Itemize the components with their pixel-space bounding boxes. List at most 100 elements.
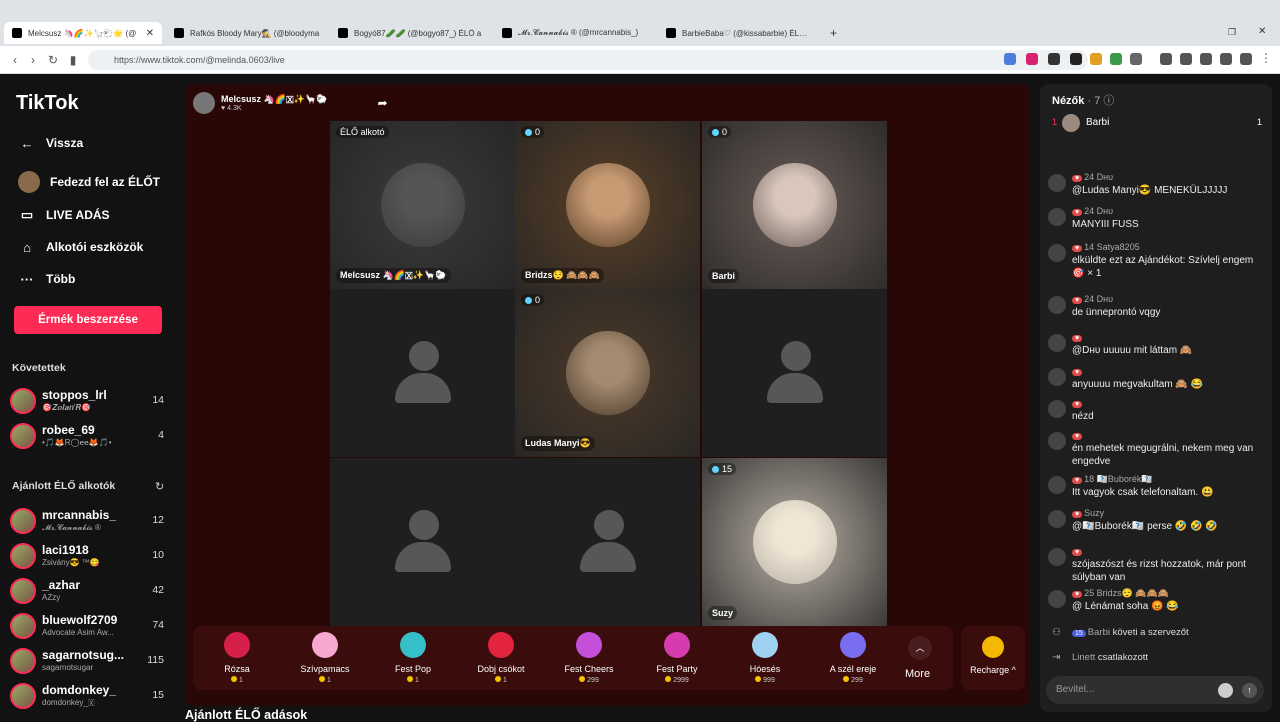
guest-cell[interactable] xyxy=(330,458,515,626)
share-icon[interactable]: ➦ xyxy=(378,96,388,110)
gift-item[interactable]: Hóesés 999 xyxy=(725,630,805,690)
gift-icon xyxy=(664,632,690,658)
chevron-up-icon[interactable]: ︿ xyxy=(908,636,932,660)
extension-icon[interactable] xyxy=(1090,53,1102,65)
tab-melcsusz[interactable]: Melcsusz 🦄🌈✨🦙🐑🌟 (@ ✕ xyxy=(4,22,162,44)
new-tab-button[interactable]: + xyxy=(822,22,846,44)
nav-live[interactable]: ▭ LIVE ADÁS xyxy=(18,204,110,226)
send-icon[interactable]: ↑ xyxy=(1242,683,1257,698)
menu-icon[interactable]: ⋮ xyxy=(1260,51,1272,65)
recommended-item[interactable]: laci1918 Zsivány😎 ™😋 10 xyxy=(10,541,170,573)
extension-icon[interactable] xyxy=(1026,53,1038,65)
nav-explore-live[interactable]: Fedezd fel az ÉLŐT xyxy=(18,171,160,193)
avatar xyxy=(10,578,36,604)
tiktok-favicon-icon xyxy=(174,28,184,38)
collections-icon[interactable] xyxy=(1200,53,1212,65)
restore-icon[interactable]: ❐ xyxy=(1228,27,1236,38)
chat-message[interactable]: ♥ 18 🇽🇽Buborék🇽🇽 Itt vagyok csak telefonal… xyxy=(1048,474,1264,506)
empty-seat-icon xyxy=(579,510,636,574)
recommended-item[interactable]: sagarnotsug... sagarnotsugar 115 xyxy=(10,646,170,678)
chat-message[interactable]: ♥ nézd xyxy=(1048,398,1264,428)
more-gifts-button[interactable]: More xyxy=(905,668,930,680)
chat-message[interactable]: ♥ anyuuuu megvakultam 🙈 😂 xyxy=(1048,366,1264,396)
guest-score: 0 xyxy=(708,126,732,138)
get-coins-button[interactable]: Érmék beszerzése xyxy=(14,306,162,334)
empty-seat-icon xyxy=(766,341,823,405)
recommended-item[interactable]: domdonkey_ domdonkey_🇽 15 xyxy=(10,681,170,713)
avatar xyxy=(10,388,36,414)
reload-icon[interactable]: ↻ xyxy=(44,51,62,69)
tab-bloodymary[interactable]: Rafkós Bloody Mary🕵️ (@bloodyma xyxy=(166,22,328,44)
shield-icon[interactable] xyxy=(1240,53,1252,65)
chat-message[interactable]: ♥ 24 Dнυ MANYIII FUSS xyxy=(1048,206,1264,238)
guest-cell[interactable]: Suzy 15 xyxy=(702,458,887,626)
guest-cell[interactable] xyxy=(330,289,515,457)
live-stream-area: Melcsusz 🦄🌈🇽✨🦙🐑 ♥ 4.3K ➦ Melcsusz 🦄🌈🇽✨🦙🐑… xyxy=(185,84,1030,706)
avatar xyxy=(1048,510,1066,528)
top-viewer-row[interactable]: 1 Barbi 1 xyxy=(1052,114,1262,134)
extension-icon[interactable] xyxy=(1048,53,1060,65)
chat-message[interactable]: ♥ szójaszószt és rizst hozzatok, már pont… xyxy=(1048,546,1264,586)
gift-item[interactable]: Rózsa 1 xyxy=(197,630,277,690)
avatar xyxy=(10,683,36,709)
recommended-heading: Ajánlott ÉLŐ alkotók xyxy=(12,480,116,492)
recommended-item[interactable]: _azhar AZzy 42 xyxy=(10,576,170,608)
recharge-button[interactable]: Recharge ^ xyxy=(961,626,1025,690)
guest-score: 0 xyxy=(521,294,545,306)
chat-message[interactable]: ♥ Suzy @🇽🇽Buborék🇽🇽 perse 🤣 🤣 🤣 xyxy=(1048,508,1264,544)
close-window-icon[interactable]: ✕ xyxy=(1258,26,1266,37)
extension-icon[interactable] xyxy=(1004,53,1016,65)
follow-icon: ⚇ xyxy=(1052,627,1061,638)
tab-bogyo[interactable]: Bogyó87🥒🥒 (@bogyo87_) ÉLŐ a xyxy=(330,22,492,44)
tab-barbiebaba[interactable]: BarbieBaba♡ (@kissabarbie) ÉLŐ a xyxy=(658,22,820,44)
recommended-item[interactable]: bluewolf2709 Advocate Asim Aw... 74 xyxy=(10,611,170,643)
music-icon[interactable] xyxy=(1160,53,1172,65)
avatar xyxy=(1062,114,1080,132)
gift-item[interactable]: Fest Party 2999 xyxy=(637,630,717,690)
tiktok-logo[interactable]: TikTok xyxy=(16,92,79,115)
host-info[interactable]: Melcsusz 🦄🌈🇽✨🦙🐑 ♥ 4.3K ➦ xyxy=(193,90,388,116)
chat-message[interactable]: ♥ én mehetek megugrálni, nekem meg van en… xyxy=(1048,430,1264,470)
nav-back[interactable]: ← Vissza xyxy=(18,132,84,154)
following-item[interactable]: robee_69 •🎵🦊R◯𝐞𝐞🦊🎵• 4 xyxy=(10,421,170,453)
host-name: Melcsusz 🦄🌈🇽✨🦙🐑 xyxy=(221,94,328,104)
chat-message[interactable]: ♥ @Dнυ uuuuu mit láttam 🙈 xyxy=(1048,332,1264,362)
extension-icon[interactable] xyxy=(1070,53,1082,65)
refresh-icon[interactable]: ↻ xyxy=(155,480,164,493)
guest-cell[interactable]: Barbi 0 xyxy=(702,121,887,289)
extension-icon[interactable] xyxy=(1110,53,1122,65)
emoji-icon[interactable] xyxy=(1218,683,1233,698)
nav-more[interactable]: ··· Több xyxy=(18,268,76,290)
guest-cell[interactable]: Bridzs😌 🙈🙈🙈 0 xyxy=(515,121,700,289)
avatar xyxy=(10,613,36,639)
gift-item[interactable]: Fest Cheers 299 xyxy=(549,630,629,690)
favorites-icon[interactable] xyxy=(1220,53,1232,65)
nav-creator-tools[interactable]: ⌂ Alkotói eszközök xyxy=(18,236,143,258)
close-tab-icon[interactable]: ✕ xyxy=(146,28,154,39)
tab-mrcannabis[interactable]: 𝓜𝓻.𝓒𝓪𝓷𝓷𝓪𝓫𝓲𝓼 ® (@mrcannabis_) xyxy=(494,22,656,44)
forward-icon[interactable]: › xyxy=(24,51,42,69)
chat-message[interactable]: ♥ 24 Dнυ @Ludas Manyi😎 MENEKÜLJJJJJ xyxy=(1048,172,1264,204)
gift-item[interactable]: Dobj csókot 1 xyxy=(461,630,541,690)
bookmark-icon[interactable]: ▮ xyxy=(64,51,82,69)
guest-cell[interactable]: Ludas Manyi😎 0 xyxy=(515,289,700,457)
guest-cell[interactable] xyxy=(702,289,887,457)
chat-message[interactable]: ♥ 25 Bridzs😌 🙈🙈🙈 @ Lénámat soha 😡 😂 xyxy=(1048,588,1264,622)
avatar xyxy=(10,508,36,534)
gift-item[interactable]: Szívpamacs 1 xyxy=(285,630,365,690)
avatar xyxy=(10,423,36,449)
gift-item[interactable]: Fest Pop 1 xyxy=(373,630,453,690)
recommended-item[interactable]: mrcannabis_ 𝓜𝓻.𝓒𝓪𝓷𝓷𝓪𝓫𝓲𝓼 ® 12 xyxy=(10,506,170,538)
live-creator-tag: ÉLŐ alkotó xyxy=(336,126,389,138)
guest-cell[interactable] xyxy=(515,458,700,626)
following-item[interactable]: stoppos_lrl 🎯𝒁𝒐𝒍𝒂𝒏'𝑹🎯 14 xyxy=(10,386,170,418)
extension-icon[interactable] xyxy=(1130,53,1142,65)
url-input[interactable]: https://www.tiktok.com/@melinda.0603/liv… xyxy=(88,50,1088,70)
back-icon[interactable]: ‹ xyxy=(6,51,24,69)
avatar xyxy=(18,171,40,193)
sidebar-icon[interactable] xyxy=(1180,53,1192,65)
guest-cell[interactable]: Melcsusz 🦄🌈🇽✨🦙🐑 ÉLŐ alkotó xyxy=(330,121,515,289)
chat-message[interactable]: ♥ 14 Satya8205 elküldte ezt az Ajándékot: … xyxy=(1048,242,1264,288)
chat-message[interactable]: ♥ 24 Dнυ de ünneprontó vqgy xyxy=(1048,294,1264,326)
gift-item[interactable]: A szél ereje 299 xyxy=(813,630,893,690)
